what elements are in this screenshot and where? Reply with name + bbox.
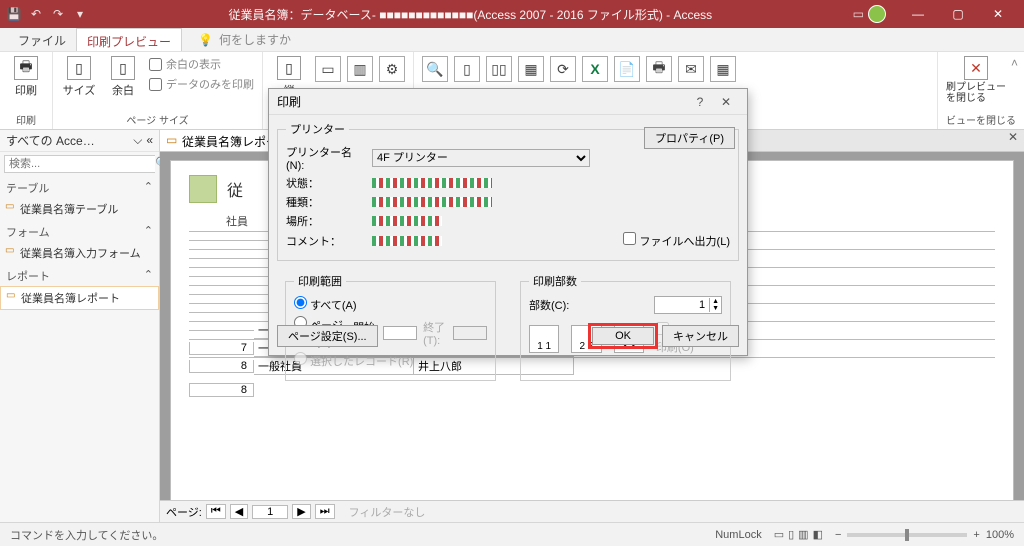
comment-value	[372, 236, 442, 246]
nav-header[interactable]: すべての Acce…	[6, 132, 95, 149]
zoom-slider[interactable]	[847, 533, 967, 537]
dialog-close-icon[interactable]: ✕	[713, 95, 739, 109]
tab-print-preview[interactable]: 印刷プレビュー	[76, 28, 182, 51]
ribbon-tabs: ファイル 印刷プレビュー 💡 何をしますか	[0, 28, 1024, 52]
nav-cat-report[interactable]: レポート⌃	[0, 264, 159, 286]
print-icon: 🖶	[14, 56, 38, 80]
col-header-1: 社員	[189, 213, 254, 229]
show-margins-check[interactable]: 余白の表示	[149, 56, 254, 72]
view-layout-icon[interactable]: ▥	[798, 528, 808, 541]
status-value	[372, 178, 492, 188]
margins-button[interactable]: ▯余白	[105, 56, 141, 98]
view-report-icon[interactable]: ▭	[774, 528, 784, 541]
group-print-label: 印刷	[8, 112, 44, 129]
email-icon[interactable]: ✉	[678, 56, 704, 82]
type-value	[372, 197, 492, 207]
properties-button[interactable]: プロパティ(P)	[644, 127, 735, 149]
tab-file[interactable]: ファイル	[8, 28, 76, 51]
qat-more-icon[interactable]: ▾	[72, 6, 88, 22]
ribbon-display-icon[interactable]: ▭	[853, 7, 864, 21]
margins-icon: ▯	[111, 56, 135, 80]
view-design-icon[interactable]: ◧	[813, 528, 823, 541]
nav-item-report[interactable]: 従業員名簿レポート	[0, 286, 159, 310]
nav-search-input[interactable]	[5, 156, 155, 172]
nav-first[interactable]: ⏮	[206, 504, 226, 519]
nav-cat-form[interactable]: フォーム⌃	[0, 220, 159, 242]
refresh-icon[interactable]: ⟳	[550, 56, 576, 82]
size-button[interactable]: ▯サイズ	[61, 56, 97, 98]
dialog-help-icon[interactable]: ?	[687, 95, 713, 109]
range-all[interactable]: すべて(A)	[294, 296, 357, 313]
landscape-icon[interactable]: ▭	[315, 56, 341, 82]
portrait-icon: ▯	[277, 56, 301, 80]
nav-collapse-icon[interactable]: «	[146, 133, 153, 148]
navigation-pane: すべての Acce… ⌵ « 🔍 テーブル⌃ 従業員名簿テーブル フォーム⌃ 従…	[0, 130, 160, 522]
status-bar: コマンドを入力してください。 NumLock ▭ ▯ ▥ ◧ − + 100%	[0, 522, 1024, 546]
nav-item-form[interactable]: 従業員名簿入力フォーム	[0, 242, 159, 264]
dialog-title: 印刷	[277, 93, 687, 110]
view-print-icon[interactable]: ▯	[788, 528, 794, 541]
two-pages-icon[interactable]: ▯▯	[486, 56, 512, 82]
columns-icon[interactable]: ▥	[347, 56, 373, 82]
print-dialog: 印刷 ? ✕ プリンター プリンター名(N): 4F プリンター 状態： 種類：…	[268, 88, 748, 356]
ribbon-collapse-icon[interactable]: ˄	[1011, 56, 1018, 70]
ok-button[interactable]: OK	[592, 327, 654, 345]
report-icon	[189, 175, 217, 203]
nav-dropdown-icon[interactable]: ⌵	[133, 133, 142, 148]
nav-cat-table[interactable]: テーブル⌃	[0, 176, 159, 198]
numlock-indicator: NumLock	[715, 529, 761, 541]
zoom-icon[interactable]: 🔍	[422, 56, 448, 82]
printer-select[interactable]: 4F プリンター	[372, 149, 590, 167]
window-title: 従業員名簿：データベース- ■■■■■■■■■■■■■(Access 2007 …	[88, 6, 853, 23]
excel-icon[interactable]: X	[582, 56, 608, 82]
redo-icon[interactable]: ↷	[50, 6, 66, 22]
size-icon: ▯	[67, 56, 91, 80]
nav-page-input[interactable]	[252, 505, 288, 519]
spin-up-icon[interactable]: ▲	[709, 298, 721, 305]
report-tab-close[interactable]: ✕	[1002, 130, 1024, 151]
spin-down-icon[interactable]: ▼	[709, 305, 721, 312]
close-button[interactable]: ✕	[978, 0, 1018, 28]
filter-indicator: フィルターなし	[349, 504, 426, 520]
more-export-icon[interactable]: ▦	[710, 56, 736, 82]
user-avatar[interactable]	[868, 5, 886, 23]
close-preview-button[interactable]: ✕ 刷プレビューを閉じる	[946, 56, 1006, 104]
zoom-value[interactable]: 100%	[986, 529, 1014, 541]
undo-icon[interactable]: ↶	[28, 6, 44, 22]
status-prompt: コマンドを入力してください。	[10, 527, 163, 543]
data-only-check[interactable]: データのみを印刷	[149, 76, 254, 92]
close-preview-icon: ✕	[964, 56, 988, 80]
range-selection: 選択したレコード(R)	[294, 352, 413, 369]
maximize-button[interactable]: ▢	[938, 0, 978, 28]
zoom-in-icon[interactable]: +	[973, 529, 979, 541]
lightbulb-icon: 💡	[198, 33, 213, 47]
save-icon[interactable]: 💾	[6, 6, 22, 22]
text-file-icon[interactable]: 📄	[614, 56, 640, 82]
nav-item-table[interactable]: 従業員名簿テーブル	[0, 198, 159, 220]
location-value	[372, 216, 442, 226]
page-setup-button[interactable]: ページ設定(S)...	[277, 325, 378, 347]
one-page-icon[interactable]: ▯	[454, 56, 480, 82]
more-pages-icon[interactable]: ▦	[518, 56, 544, 82]
titlebar: 💾 ↶ ↷ ▾ 従業員名簿：データベース- ■■■■■■■■■■■■■(Acce…	[0, 0, 1024, 28]
total-count: 8	[189, 383, 254, 397]
nav-next[interactable]: ▶	[292, 504, 310, 519]
copies-input[interactable]: ▲▼	[654, 296, 722, 314]
group-close-label: ビューを閉じる	[946, 112, 1016, 129]
nav-prev[interactable]: ◀	[230, 504, 248, 519]
nav-search[interactable]: 🔍	[4, 155, 155, 173]
pdf-xps-icon[interactable]: 🖶	[646, 56, 672, 82]
minimize-button[interactable]: ―	[898, 0, 938, 28]
cancel-button[interactable]: キャンセル	[662, 325, 739, 347]
record-navigator: ページ: ⏮ ◀ ▶ ⏭ フィルターなし	[160, 500, 1024, 522]
report-title: 従	[227, 177, 243, 201]
nav-last[interactable]: ⏭	[315, 504, 335, 519]
tell-me[interactable]: 💡 何をしますか	[198, 28, 291, 51]
group-pagesize-label: ページ サイズ	[61, 112, 254, 129]
print-to-file[interactable]: ファイルへ出力(L)	[623, 232, 730, 249]
print-button[interactable]: 🖶 印刷	[8, 56, 44, 98]
zoom-out-icon[interactable]: −	[835, 529, 841, 541]
page-setup-icon[interactable]: ⚙	[379, 56, 405, 82]
